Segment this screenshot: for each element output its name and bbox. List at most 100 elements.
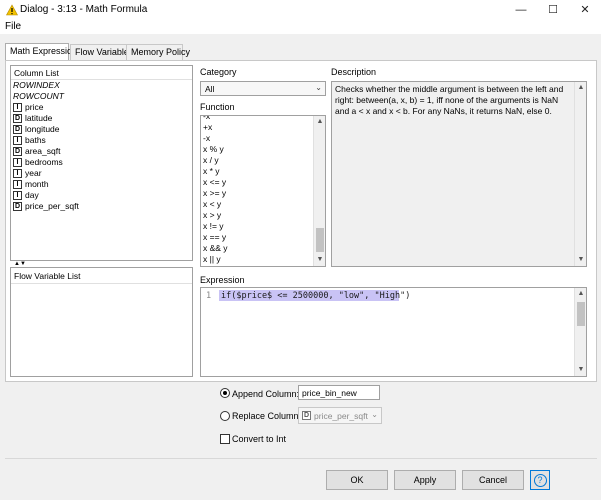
scroll-down-icon[interactable]: ▼ [575,364,587,376]
ok-button[interactable]: OK [326,470,388,490]
chevron-down-icon: ⌄ [371,410,378,419]
menu-file[interactable]: File [5,21,21,32]
convert-to-int-checkbox[interactable] [220,434,230,444]
category-select[interactable]: All ⌄ [200,81,326,96]
function-item[interactable]: x == y [203,232,226,243]
function-item[interactable]: x != y [203,221,224,232]
tab-label: Flow Variables [75,47,133,57]
column-name: longitude [25,124,60,134]
expression-label: Expression [200,275,245,285]
scroll-up-icon[interactable]: ▲ [314,116,326,128]
column-name: day [25,190,39,200]
warning-triangle-icon [6,4,18,16]
minimize-button[interactable]: — [506,0,536,20]
scroll-thumb[interactable] [577,302,585,326]
expression-scrollbar[interactable]: ▲ ▼ [574,288,586,376]
column-name: price_per_sqft [25,201,79,211]
menu-bar: File [0,20,601,34]
tab-flow-variables[interactable]: Flow Variables [70,44,127,60]
description-scrollbar[interactable]: ▲ ▼ [574,82,586,266]
function-item[interactable]: x && y [203,243,228,254]
help-icon: ? [534,474,547,487]
type-badge: D [302,411,311,420]
maximize-button[interactable]: ☐ [538,0,568,20]
scroll-up-icon[interactable]: ▲ [575,82,587,94]
expression-code: if($price$ <= 2500000, "low", "High") [221,291,410,301]
category-selected-value: All [205,84,214,94]
function-item[interactable]: x <= y [203,177,226,188]
list-item-column[interactable]: Iday [13,190,39,201]
list-item-column[interactable]: Iyear [13,168,42,179]
column-name: month [25,179,49,189]
column-name: bedrooms [25,157,63,167]
description-text: Checks whether the middle argument is be… [335,84,571,117]
tab-label: Memory Policy [131,47,190,57]
type-badge: I [13,103,22,112]
scroll-down-icon[interactable]: ▼ [314,254,326,266]
function-item[interactable]: x || y [203,254,221,265]
tab-memory-policy[interactable]: Memory Policy [126,44,183,60]
type-badge: D [13,202,22,211]
type-badge: I [13,191,22,200]
list-item-column[interactable]: Ibedrooms [13,157,63,168]
replace-column-radio[interactable] [220,411,230,421]
divider [11,283,192,284]
type-badge: D [13,125,22,134]
function-item[interactable]: x / y [203,155,219,166]
description-box: Checks whether the middle argument is be… [331,81,587,267]
column-name: latitude [25,113,52,123]
chevron-down-icon: ⌄ [315,83,322,92]
column-name: year [25,168,42,178]
convert-to-int-label: Convert to Int [232,434,286,444]
function-item[interactable]: -x [203,133,210,144]
append-column-radio[interactable] [220,388,230,398]
column-list[interactable]: Column List ROWINDEX ROWCOUNT IpriceDlat… [10,65,193,261]
type-badge: D [13,114,22,123]
list-item-column[interactable]: Ibaths [13,135,46,146]
flow-variable-list[interactable]: Flow Variable List [10,267,193,377]
replace-column-select[interactable]: D price_per_sqft ⌄ [298,407,382,424]
cancel-button[interactable]: Cancel [462,470,524,490]
column-name: area_sqft [25,146,60,156]
function-item[interactable]: x > y [203,210,221,221]
list-item-column[interactable]: Imonth [13,179,49,190]
list-item-column[interactable]: Darea_sqft [13,146,60,157]
separator [5,458,597,459]
list-item-column[interactable]: Dlatitude [13,113,52,124]
scroll-down-icon[interactable]: ▼ [575,254,587,266]
type-badge: I [13,180,22,189]
type-badge: I [13,158,22,167]
list-item-column[interactable]: Iprice [13,102,43,113]
apply-button[interactable]: Apply [394,470,456,490]
close-button[interactable]: ✕ [570,0,600,20]
append-column-label: Append Column: [232,389,299,399]
scroll-thumb[interactable] [316,228,324,252]
function-label: Function [200,102,235,112]
column-name: price [25,102,43,112]
function-scrollbar[interactable]: ▲ ▼ [313,116,325,266]
type-badge: I [13,169,22,178]
function-item[interactable]: x < y [203,199,221,210]
help-button[interactable]: ? [530,470,550,490]
function-item[interactable]: x % y [203,144,224,155]
type-badge: D [13,147,22,156]
append-column-input[interactable]: price_bin_new [298,385,380,400]
list-item-rowcount[interactable]: ROWCOUNT [13,91,64,102]
function-item[interactable]: +x [203,122,212,133]
expression-editor[interactable]: 1 if($price$ <= 2500000, "low", "High") … [200,287,587,377]
function-item[interactable]: -x [203,115,210,122]
function-item[interactable]: x >= y [203,188,226,199]
type-badge: I [13,136,22,145]
tab-math-expression[interactable]: Math Expression [5,43,69,61]
list-item-column[interactable]: Dlongitude [13,124,60,135]
tab-label: Math Expression [10,46,77,56]
function-list[interactable]: -x+x-xx % yx / yx * yx <= yx >= yx < yx … [200,115,326,267]
math-expression-panel: Column List ROWINDEX ROWCOUNT IpriceDlat… [5,60,597,382]
list-item-column[interactable]: Dprice_per_sqft [13,201,79,212]
function-item[interactable]: x * y [203,166,220,177]
list-item-rowindex[interactable]: ROWINDEX [13,80,60,91]
description-label: Description [331,67,376,77]
scroll-up-icon[interactable]: ▲ [575,288,587,300]
replace-column-value: price_per_sqft [314,411,368,421]
flow-variable-list-header: Flow Variable List [14,271,80,282]
